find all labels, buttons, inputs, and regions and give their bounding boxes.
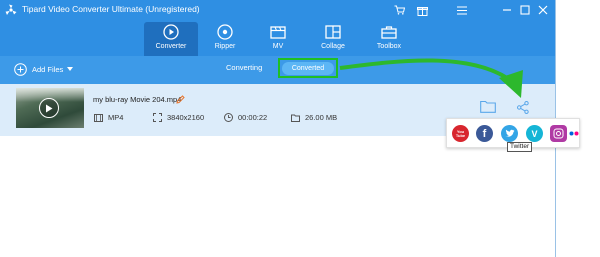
file-size-icon — [291, 114, 300, 122]
plus-circle-icon — [14, 62, 27, 76]
twitter-bird-icon — [505, 129, 515, 137]
instagram-icon[interactable] — [550, 125, 567, 142]
file-name: my blu-ray Movie 204.mp4 — [93, 95, 182, 104]
tab-ripper[interactable]: Ripper — [205, 22, 245, 56]
resolution-info: 3840x2160 — [153, 113, 204, 122]
ripper-icon — [217, 24, 233, 40]
file-size: 26.00 MB — [305, 113, 338, 122]
tab-mv[interactable]: MV — [262, 22, 294, 56]
vimeo-icon-text: V — [531, 128, 538, 139]
chevron-down-icon[interactable] — [67, 67, 74, 71]
collage-icon — [325, 25, 341, 39]
file-duration: 00:00:22 — [238, 113, 268, 122]
play-button[interactable] — [39, 98, 59, 118]
twitter-tooltip: Twitter — [507, 142, 533, 152]
file-resolution: 3840x2160 — [167, 113, 205, 122]
tab-converter-label: Converter — [155, 43, 187, 50]
mv-icon — [270, 26, 286, 39]
tab-toolbox-label: Toolbox — [376, 43, 402, 50]
tab-converting[interactable]: Converting — [226, 63, 262, 72]
tab-toolbox[interactable]: Toolbox — [367, 22, 411, 56]
app-logo-icon — [5, 4, 17, 15]
share-icon[interactable] — [517, 101, 529, 114]
title-bar: Tipard Video Converter Ultimate (Unregis… — [0, 0, 555, 20]
flickr-dots-icon — [569, 131, 579, 136]
instagram-camera-icon — [553, 128, 564, 139]
vimeo-icon[interactable]: V — [526, 125, 543, 142]
flickr-icon[interactable] — [568, 125, 580, 142]
add-files-button[interactable]: Add Files — [14, 62, 74, 76]
toolbox-icon — [381, 26, 397, 39]
tab-converted[interactable]: Converted — [278, 58, 338, 78]
close-icon[interactable] — [536, 3, 550, 17]
facebook-icon-text: f — [482, 127, 487, 140]
duration-info: 00:00:22 — [224, 113, 267, 122]
play-icon — [46, 104, 53, 112]
facebook-icon[interactable]: f — [476, 125, 493, 142]
film-icon — [94, 113, 103, 122]
window-title: Tipard Video Converter Ultimate (Unregis… — [22, 4, 200, 14]
resolution-icon — [153, 113, 162, 122]
add-files-label: Add Files — [32, 64, 64, 74]
converter-icon — [163, 24, 179, 40]
youtube-icon-text: You Tube — [455, 128, 466, 138]
size-info: 26.00 MB — [291, 113, 337, 122]
youtube-icon[interactable]: You Tube — [452, 125, 469, 142]
clock-icon — [224, 113, 233, 122]
converted-tab-pill: Converted — [282, 61, 334, 75]
tab-collage-label: Collage — [321, 43, 345, 50]
maximize-icon[interactable] — [518, 3, 532, 17]
minimize-icon[interactable] — [500, 3, 514, 17]
tab-collage[interactable]: Collage — [312, 22, 354, 56]
file-format: MP4 — [108, 113, 124, 122]
pencil-icon[interactable] — [176, 95, 185, 104]
menu-icon[interactable] — [455, 3, 469, 17]
twitter-icon[interactable] — [501, 125, 518, 142]
tab-mv-label: MV — [272, 43, 284, 50]
cart-icon[interactable] — [392, 3, 406, 17]
converted-tab-label: Converted — [291, 64, 325, 72]
tab-converter[interactable]: Converter — [144, 22, 198, 56]
gift-icon[interactable] — [415, 3, 429, 17]
tab-ripper-label: Ripper — [214, 43, 236, 50]
format-info: MP4 — [94, 113, 123, 122]
folder-icon[interactable] — [480, 100, 496, 113]
main-navigation: Converter Ripper MV Collage Toolbox — [0, 20, 555, 56]
